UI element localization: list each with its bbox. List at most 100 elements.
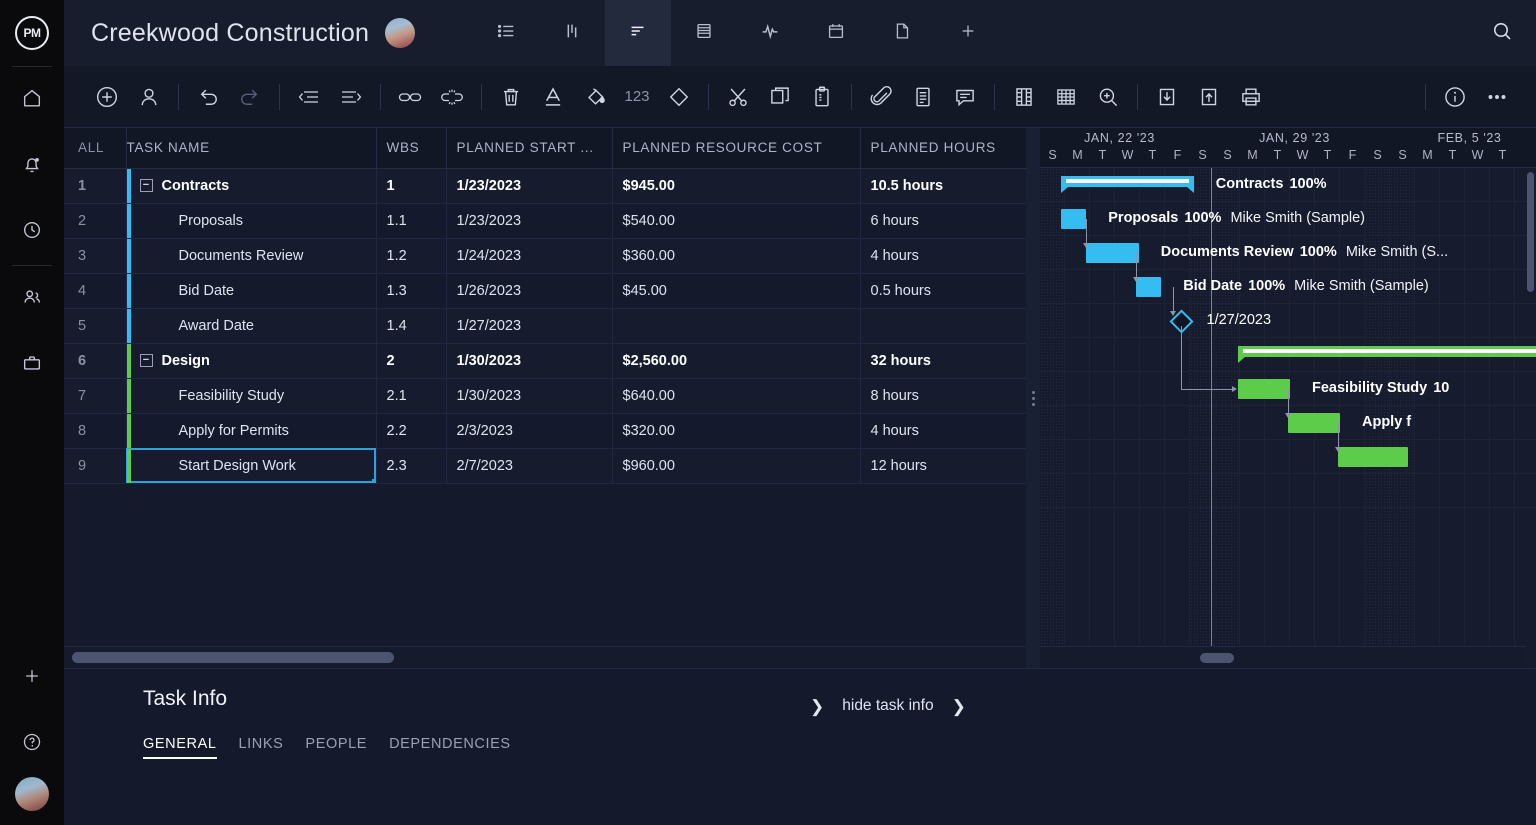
- col-header-planned-hours[interactable]: PLANNED HOURS: [860, 128, 1027, 169]
- planned-resource-cost-cell[interactable]: $360.00: [612, 238, 861, 274]
- wbs-cell[interactable]: 2.1: [376, 378, 447, 414]
- table-row[interactable]: 3 Documents Review 1.2 1/24/2023 $360.00 4 ho…: [64, 238, 1027, 274]
- row-number-cell[interactable]: 5: [64, 308, 127, 344]
- row-number-cell[interactable]: 6: [64, 343, 127, 379]
- table-row[interactable]: 8 Apply for Permits 2.2 2/3/2023 $320.00 4 ho…: [64, 413, 1027, 449]
- print-icon[interactable]: [1230, 76, 1272, 118]
- col-header-planned-resource-cost[interactable]: PLANNED RESOURCE COST: [612, 128, 861, 169]
- task-name-cell[interactable]: − Design: [126, 343, 377, 379]
- col-header-planned-start[interactable]: PLANNED START ...: [446, 128, 613, 169]
- tab-general[interactable]: GENERAL: [143, 736, 217, 759]
- text-format-icon[interactable]: [532, 76, 574, 118]
- grid-scroll-thumb[interactable]: [72, 652, 394, 663]
- planned-start-cell[interactable]: 1/26/2023: [446, 273, 613, 309]
- gantt-task-bar[interactable]: [1136, 277, 1162, 297]
- task-name-cell[interactable]: Bid Date: [126, 273, 377, 309]
- tab-add-view[interactable]: [935, 0, 1001, 66]
- col-header-task-name[interactable]: TASK NAME: [126, 128, 377, 169]
- table-row[interactable]: 4 Bid Date 1.3 1/26/2023 $45.00 0.5 hours: [64, 273, 1027, 309]
- row-number-cell[interactable]: 4: [64, 273, 127, 309]
- wbs-cell[interactable]: 2: [376, 343, 447, 379]
- delete-trash-icon[interactable]: [490, 76, 532, 118]
- planned-resource-cost-cell[interactable]: $640.00: [612, 378, 861, 414]
- planned-hours-cell[interactable]: 10.5 hours: [860, 168, 1027, 204]
- project-owner-avatar[interactable]: [385, 18, 416, 48]
- cut-scissors-icon[interactable]: [717, 76, 759, 118]
- gantt-task-bar[interactable]: [1061, 209, 1087, 229]
- row-number-cell[interactable]: 3: [64, 238, 127, 274]
- wbs-cell[interactable]: 1.4: [376, 308, 447, 344]
- gantt-summary-bar[interactable]: [1237, 346, 1536, 363]
- wbs-cell[interactable]: 1.3: [376, 273, 447, 309]
- more-options-icon[interactable]: [1476, 76, 1518, 118]
- wbs-cell[interactable]: 1.1: [376, 203, 447, 239]
- gantt-task-bar[interactable]: [1237, 379, 1290, 399]
- tab-dependencies[interactable]: DEPENDENCIES: [389, 736, 511, 759]
- wbs-cell[interactable]: 2.2: [376, 413, 447, 449]
- attachment-icon[interactable]: [860, 76, 902, 118]
- columns-icon[interactable]: [1003, 76, 1045, 118]
- grid-horizontal-scrollbar[interactable]: [64, 646, 1026, 668]
- rail-item-add[interactable]: [0, 645, 64, 711]
- comment-icon[interactable]: [944, 76, 986, 118]
- tab-list-view[interactable]: [473, 0, 539, 66]
- row-number-cell[interactable]: 1: [64, 168, 127, 204]
- tab-board-view[interactable]: [539, 0, 605, 66]
- planned-hours-cell[interactable]: 12 hours: [860, 448, 1027, 484]
- milestone-diamond-icon[interactable]: [658, 76, 700, 118]
- notes-icon[interactable]: [902, 76, 944, 118]
- planned-start-cell[interactable]: 1/24/2023: [446, 238, 613, 274]
- rail-item-notifications[interactable]: [0, 133, 64, 199]
- gantt-scroll-thumb[interactable]: [1200, 653, 1234, 663]
- tab-pages-view[interactable]: [869, 0, 935, 66]
- table-row[interactable]: 2 Proposals 1.1 1/23/2023 $540.00 6 hours: [64, 203, 1027, 239]
- expand-collapse-icon[interactable]: −: [139, 179, 153, 192]
- unlink-tasks-icon[interactable]: [431, 76, 473, 118]
- add-task-icon[interactable]: [86, 76, 128, 118]
- task-name-cell[interactable]: Proposals: [126, 203, 377, 239]
- outdent-icon[interactable]: [288, 76, 330, 118]
- info-icon[interactable]: [1434, 76, 1476, 118]
- planned-resource-cost-cell[interactable]: $45.00: [612, 273, 861, 309]
- tab-sheet-view[interactable]: [671, 0, 737, 66]
- planned-hours-cell[interactable]: 8 hours: [860, 378, 1027, 414]
- wbs-cell[interactable]: 1: [376, 168, 447, 204]
- gantt-task-bar[interactable]: [1287, 413, 1340, 433]
- planned-hours-cell[interactable]: 0.5 hours: [860, 273, 1027, 309]
- copy-icon[interactable]: [759, 76, 801, 118]
- planned-resource-cost-cell[interactable]: $320.00: [612, 413, 861, 449]
- row-number-cell[interactable]: 9: [64, 448, 127, 484]
- gantt-summary-bar[interactable]: [1061, 176, 1194, 193]
- rail-item-home[interactable]: [0, 67, 64, 133]
- planned-resource-cost-cell[interactable]: $2,560.00: [612, 343, 861, 379]
- task-name-cell[interactable]: Award Date: [126, 308, 377, 344]
- planned-start-cell[interactable]: 2/7/2023: [446, 448, 613, 484]
- planned-hours-cell[interactable]: 4 hours: [860, 413, 1027, 449]
- assign-resource-icon[interactable]: [128, 76, 170, 118]
- planned-resource-cost-cell[interactable]: $960.00: [612, 448, 861, 484]
- selection-fill-handle[interactable]: [371, 478, 375, 482]
- number-format-icon[interactable]: 123: [616, 76, 658, 118]
- export-icon[interactable]: [1188, 76, 1230, 118]
- planned-hours-cell[interactable]: 6 hours: [860, 203, 1027, 239]
- planned-hours-cell[interactable]: 4 hours: [860, 238, 1027, 274]
- rail-item-portfolio[interactable]: [0, 332, 64, 398]
- table-row[interactable]: 6− Design 2 1/30/2023 $2,560.00 32 hours: [64, 343, 1027, 379]
- planned-start-cell[interactable]: 1/30/2023: [446, 378, 613, 414]
- pane-splitter-handle[interactable]: [1026, 128, 1040, 668]
- planned-start-cell[interactable]: 2/3/2023: [446, 413, 613, 449]
- col-header-all[interactable]: ALL: [64, 128, 127, 169]
- table-row[interactable]: 5 Award Date 1.4 1/27/2023: [64, 308, 1027, 344]
- gantt-task-bar[interactable]: [1337, 447, 1408, 467]
- rail-item-help[interactable]: [0, 711, 64, 777]
- table-row[interactable]: 9 Start Design Work 2.3 2/7/2023 $960.00 12 h…: [64, 448, 1027, 484]
- row-number-cell[interactable]: 8: [64, 413, 127, 449]
- gantt-task-bar[interactable]: [1086, 243, 1139, 263]
- wbs-cell[interactable]: 1.2: [376, 238, 447, 274]
- import-icon[interactable]: [1146, 76, 1188, 118]
- task-name-cell[interactable]: Feasibility Study: [126, 378, 377, 414]
- planned-start-cell[interactable]: 1/23/2023: [446, 168, 613, 204]
- undo-icon[interactable]: [187, 76, 229, 118]
- planned-resource-cost-cell[interactable]: [612, 308, 861, 344]
- col-header-wbs[interactable]: WBS: [376, 128, 447, 169]
